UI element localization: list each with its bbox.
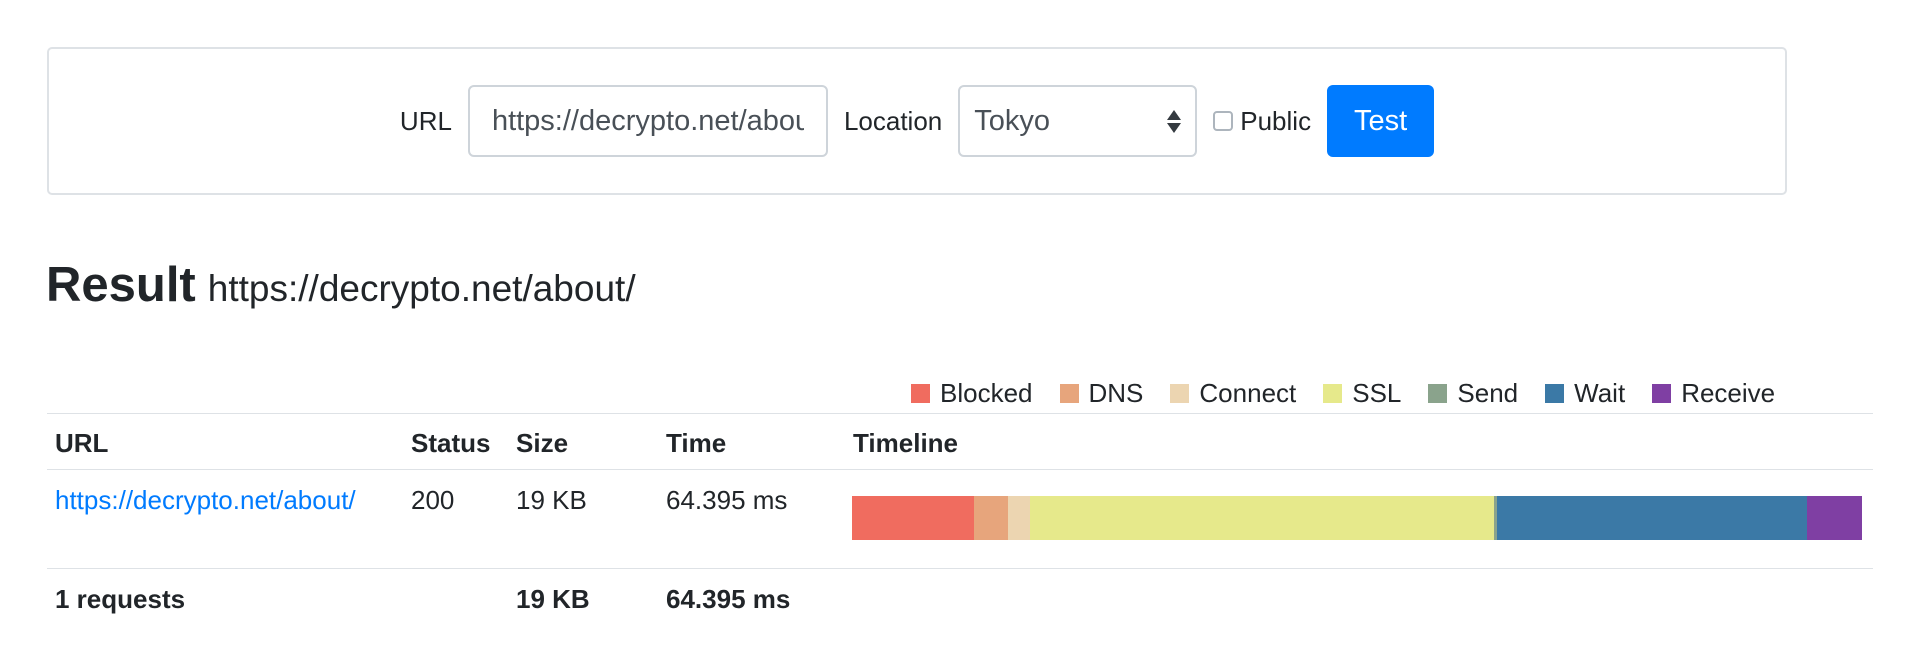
select-arrows-icon	[1167, 109, 1182, 133]
legend-item-send: Send	[1428, 378, 1518, 409]
public-checkbox[interactable]	[1213, 111, 1234, 131]
header-url: URL	[55, 428, 109, 458]
url-input[interactable]	[467, 85, 828, 157]
timeline-segment-wait	[1497, 496, 1808, 540]
header-timeline: Timeline	[853, 428, 959, 458]
legend-label-wait: Wait	[1574, 378, 1626, 408]
header-divider	[47, 469, 1873, 470]
timeline-legend: Blocked DNS Connect SSL Send Wait Receiv…	[911, 378, 1775, 409]
url-label: URL	[399, 105, 452, 136]
table-top-divider	[47, 413, 1873, 414]
row-time: 64.395 ms	[666, 485, 788, 515]
legend-swatch-connect	[1170, 384, 1190, 403]
row-size: 19 KB	[516, 485, 587, 515]
legend-item-wait: Wait	[1545, 378, 1625, 409]
legend-swatch-ssl	[1323, 384, 1343, 403]
footer-divider	[47, 568, 1873, 569]
location-select[interactable]: Tokyo	[958, 85, 1198, 157]
result-title: Result https://decrypto.net/about/	[46, 257, 636, 317]
legend-item-receive: Receive	[1652, 378, 1775, 409]
legend-label-blocked: Blocked	[940, 378, 1033, 408]
location-selected-value: Tokyo	[974, 104, 1051, 137]
result-heading: Result	[46, 258, 196, 312]
footer-requests: 1 requests	[55, 584, 186, 614]
legend-swatch-dns	[1059, 384, 1079, 403]
legend-label-receive: Receive	[1681, 378, 1776, 408]
legend-item-connect: Connect	[1170, 378, 1296, 409]
test-form: URL Location Tokyo Public Test	[49, 85, 1785, 157]
legend-label-send: Send	[1457, 378, 1519, 408]
legend-label-connect: Connect	[1199, 378, 1297, 408]
location-label: Location	[843, 105, 943, 136]
timeline-segment-receive	[1807, 496, 1862, 540]
header-size: Size	[516, 428, 569, 458]
row-status: 200	[411, 485, 455, 515]
legend-label-dns: DNS	[1088, 378, 1144, 408]
test-form-card: URL Location Tokyo Public Test	[47, 47, 1787, 195]
request-timeline-bar	[852, 496, 1862, 540]
header-time: Time	[666, 428, 727, 458]
legend-item-ssl: SSL	[1323, 378, 1401, 409]
result-url: https://decrypto.net/about/	[207, 268, 636, 309]
legend-swatch-wait	[1545, 384, 1565, 403]
timeline-segment-blocked	[852, 496, 975, 540]
footer-size: 19 KB	[516, 584, 590, 614]
timeline-segment-connect	[1007, 496, 1030, 540]
timeline-segment-dns	[974, 496, 1008, 540]
legend-swatch-send	[1428, 384, 1448, 403]
row-url-link[interactable]: https://decrypto.net/about/	[55, 485, 356, 516]
legend-item-blocked: Blocked	[911, 378, 1033, 409]
legend-item-dns: DNS	[1059, 378, 1144, 409]
legend-label-ssl: SSL	[1352, 378, 1402, 408]
public-label: Public	[1240, 105, 1312, 136]
legend-swatch-receive	[1652, 384, 1672, 403]
footer-time: 64.395 ms	[666, 584, 791, 614]
legend-swatch-blocked	[911, 384, 930, 403]
timeline-segment-ssl	[1029, 496, 1495, 540]
test-button[interactable]: Test	[1327, 85, 1435, 157]
header-status: Status	[411, 428, 491, 458]
public-option[interactable]: Public	[1213, 106, 1311, 137]
